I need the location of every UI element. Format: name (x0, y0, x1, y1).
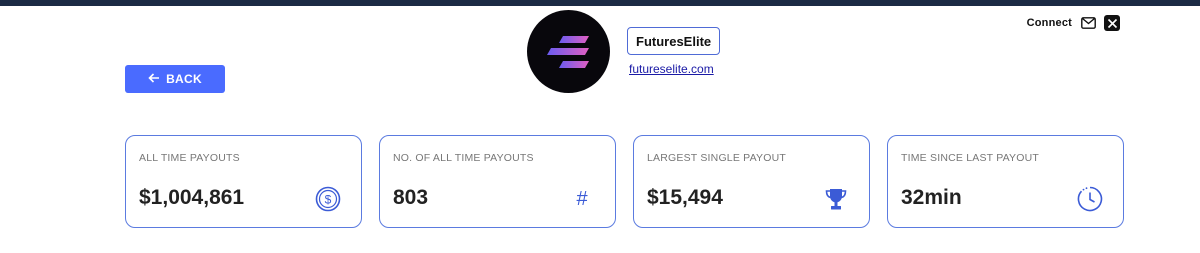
svg-text:$: $ (325, 193, 332, 207)
stat-value: $15,494 (647, 186, 723, 209)
top-strip (0, 0, 1200, 6)
brand-logo (527, 10, 610, 93)
stat-label: TIME SINCE LAST PAYOUT (901, 152, 1040, 164)
dollar-coin-icon: $ (315, 186, 341, 212)
arrow-left-icon (148, 72, 160, 86)
stat-card-all-time-payouts: ALL TIME PAYOUTS $1,004,861 $ (125, 135, 362, 228)
stat-card-time-since-last-payout: TIME SINCE LAST PAYOUT 32min (887, 135, 1124, 228)
stat-label: NO. OF ALL TIME PAYOUTS (393, 152, 534, 164)
brand-website-link[interactable]: futureselite.com (629, 62, 714, 76)
stats-row: ALL TIME PAYOUTS $1,004,861 $ NO. OF ALL… (125, 135, 1124, 228)
stat-value: 32min (901, 186, 962, 209)
connect-area: Connect (1027, 15, 1120, 31)
stat-card-largest-payout: LARGEST SINGLE PAYOUT $15,494 (633, 135, 870, 228)
stat-label: LARGEST SINGLE PAYOUT (647, 152, 786, 164)
stat-card-number-of-payouts: NO. OF ALL TIME PAYOUTS 803 # (379, 135, 616, 228)
mail-icon[interactable] (1080, 15, 1096, 31)
back-label: BACK (166, 72, 202, 86)
clock-icon (1077, 186, 1103, 212)
connect-label: Connect (1026, 17, 1072, 29)
stat-label: ALL TIME PAYOUTS (139, 152, 240, 164)
brand-logo-mark-icon (546, 35, 589, 68)
brand-name-badge: FuturesElite (627, 27, 721, 55)
trophy-icon (823, 186, 849, 212)
back-button[interactable]: BACK (125, 65, 225, 93)
x-logo-icon[interactable] (1104, 15, 1120, 31)
stat-value: $1,004,861 (139, 186, 245, 209)
hash-icon: # (576, 187, 588, 210)
stat-value: 803 (393, 186, 429, 209)
